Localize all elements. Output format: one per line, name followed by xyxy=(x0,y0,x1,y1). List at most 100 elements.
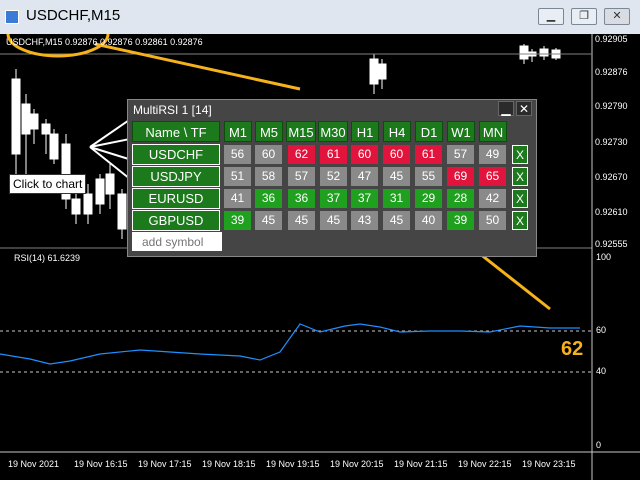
remove-symbol-button[interactable]: X xyxy=(512,167,528,186)
window-titlebar: USDCHF,M15 ▁ ❐ ✕ xyxy=(0,0,640,35)
remove-symbol-button[interactable]: X xyxy=(512,145,528,164)
tf-header-h1[interactable]: H1 xyxy=(351,121,379,142)
candle-body xyxy=(49,133,59,160)
rsi-cell[interactable]: 47 xyxy=(351,167,378,186)
candle-body xyxy=(29,113,39,130)
tf-header-d1[interactable]: D1 xyxy=(415,121,443,142)
tf-header-m1[interactable]: M1 xyxy=(224,121,252,142)
rsi-cell[interactable]: 45 xyxy=(383,167,410,186)
rsi-cell[interactable]: 62 xyxy=(288,145,315,164)
tf-header-mn[interactable]: MN xyxy=(479,121,507,142)
rsi-cell[interactable]: 58 xyxy=(255,167,282,186)
rsi-indicator-label: RSI(14) 61.6239 xyxy=(14,253,81,263)
rsi-cell[interactable]: 60 xyxy=(351,145,378,164)
restore-window-button[interactable]: ❐ xyxy=(571,8,597,25)
minimize-window-button[interactable]: ▁ xyxy=(538,8,564,25)
rsi-cell[interactable]: 61 xyxy=(415,145,442,164)
rsi-cell[interactable]: 60 xyxy=(255,145,282,164)
rsi-cell[interactable]: 56 xyxy=(224,145,251,164)
name-tf-header: Name \ TF xyxy=(132,121,220,142)
symbol-button-usdchf[interactable]: USDCHF xyxy=(132,144,220,165)
price-label: 0.92610 xyxy=(595,207,628,217)
remove-symbol-button[interactable]: X xyxy=(512,211,528,230)
rsi-cell[interactable]: 36 xyxy=(255,189,282,208)
rsi-cell[interactable]: 42 xyxy=(479,189,506,208)
tf-header-m5[interactable]: M5 xyxy=(255,121,283,142)
highlighted-value: 62 xyxy=(561,338,584,360)
add-symbol-input[interactable] xyxy=(132,232,222,251)
close-window-button[interactable]: ✕ xyxy=(604,8,630,25)
price-label: 0.92670 xyxy=(595,172,628,182)
rsi-cell[interactable]: 37 xyxy=(351,189,378,208)
rsi-cell[interactable]: 65 xyxy=(479,167,506,186)
time-label: 19 Nov 19:15 xyxy=(266,459,320,469)
chart-window-icon xyxy=(5,10,19,24)
price-label: 0.92876 xyxy=(595,67,628,77)
time-label: 19 Nov 21:15 xyxy=(394,459,448,469)
time-label: 19 Nov 2021 xyxy=(8,459,60,469)
click-to-chart-callout: Click to chart xyxy=(9,174,87,194)
rsi-cell[interactable]: 45 xyxy=(320,211,347,230)
panel-minimize-button[interactable]: ▁ xyxy=(498,101,514,116)
rsi-cell[interactable]: 43 xyxy=(351,211,378,230)
time-label: 19 Nov 18:15 xyxy=(202,459,256,469)
rsi-cell[interactable]: 69 xyxy=(447,167,474,186)
panel-close-button[interactable]: ✕ xyxy=(516,101,532,116)
symbol-button-gbpusd[interactable]: GBPUSD xyxy=(132,210,220,231)
panel-title: MultiRSI 1 [14] xyxy=(133,103,212,117)
tf-header-m15[interactable]: M15 xyxy=(286,121,316,142)
rsi-cell[interactable]: 31 xyxy=(383,189,410,208)
candle-body xyxy=(41,123,51,135)
window-title: USDCHF,M15 xyxy=(26,7,121,24)
price-label: 0.92905 xyxy=(595,34,628,44)
remove-symbol-button[interactable]: X xyxy=(512,189,528,208)
candle-body xyxy=(377,63,387,80)
rsi-cell[interactable]: 61 xyxy=(320,145,347,164)
price-chart[interactable]: USDCHF,M15 0.92876 0.92876 0.92861 0.928… xyxy=(0,34,640,480)
rsi-cell[interactable]: 60 xyxy=(383,145,410,164)
time-label: 19 Nov 22:15 xyxy=(458,459,512,469)
rsi-cell[interactable]: 55 xyxy=(415,167,442,186)
tf-header-h4[interactable]: H4 xyxy=(383,121,411,142)
rsi-cell[interactable]: 52 xyxy=(320,167,347,186)
candle-body xyxy=(11,78,21,155)
price-label: 0.92730 xyxy=(595,137,628,147)
time-label: 19 Nov 16:15 xyxy=(74,459,128,469)
chart-info: USDCHF,M15 0.92876 0.92876 0.92861 0.928… xyxy=(6,37,203,47)
rsi-scale-label: 60 xyxy=(596,325,607,335)
rsi-scale-label: 100 xyxy=(596,252,612,262)
tf-header-m30[interactable]: M30 xyxy=(318,121,348,142)
title-arrow-line xyxy=(94,42,301,91)
candle-body xyxy=(519,45,529,60)
rsi-cell[interactable]: 45 xyxy=(383,211,410,230)
candle-body xyxy=(369,58,379,85)
rsi-scale-label: 0 xyxy=(596,440,602,450)
rsi-cell[interactable]: 57 xyxy=(447,145,474,164)
price-label: 0.92555 xyxy=(595,239,628,249)
rsi-cell[interactable]: 57 xyxy=(288,167,315,186)
rsi-cell[interactable]: 45 xyxy=(255,211,282,230)
rsi-cell[interactable]: 51 xyxy=(224,167,251,186)
rsi-cell[interactable]: 50 xyxy=(479,211,506,230)
rsi-cell[interactable]: 28 xyxy=(447,189,474,208)
candle-body xyxy=(71,198,81,215)
rsi-cell[interactable]: 39 xyxy=(447,211,474,230)
time-label: 19 Nov 23:15 xyxy=(522,459,576,469)
rsi-cell[interactable]: 37 xyxy=(320,189,347,208)
multirsi-panel: MultiRSI 1 [14] ▁ ✕ Name \ TF M1 M5 M15 … xyxy=(127,99,537,257)
rsi-cell[interactable]: 29 xyxy=(415,189,442,208)
rsi-cell[interactable]: 39 xyxy=(224,211,251,230)
candle-body xyxy=(21,103,31,135)
candle-body xyxy=(117,193,127,230)
rsi-scale-label: 40 xyxy=(596,366,607,376)
tf-header-w1[interactable]: W1 xyxy=(447,121,475,142)
rsi-cell[interactable]: 36 xyxy=(288,189,315,208)
time-label: 19 Nov 17:15 xyxy=(138,459,192,469)
rsi-cell[interactable]: 40 xyxy=(415,211,442,230)
symbol-button-usdjpy[interactable]: USDJPY xyxy=(132,166,220,187)
candle-body xyxy=(95,178,105,205)
rsi-cell[interactable]: 45 xyxy=(288,211,315,230)
rsi-cell[interactable]: 49 xyxy=(479,145,506,164)
rsi-cell[interactable]: 41 xyxy=(224,189,251,208)
symbol-button-eurusd[interactable]: EURUSD xyxy=(132,188,220,209)
